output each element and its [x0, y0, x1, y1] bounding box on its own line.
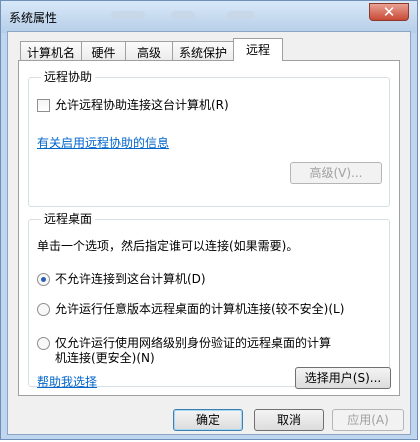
remote-assistance-group-title: 远程协助 — [41, 68, 96, 85]
remote-assistance-info-link[interactable]: 有关启用远程协助的信息 — [37, 134, 169, 151]
help-me-choose-link[interactable]: 帮助我选择 — [37, 373, 97, 390]
no-connections-radio[interactable] — [37, 273, 50, 286]
remote-desktop-instruction: 单击一个选项，然后指定谁可以连接(如果需要)。 — [37, 239, 299, 253]
blurred-background-text — [171, 11, 195, 19]
remote-tab-panel: 远程协助 允许远程协助连接这台计算机(R) 有关启用远程协助的信息 高级(V).… — [18, 60, 400, 396]
tab-remote[interactable]: 远程 — [233, 38, 283, 61]
tab-hardware[interactable]: 硬件 — [81, 41, 126, 60]
cancel-button[interactable]: 取消 — [254, 409, 324, 431]
no-connections-label: 不允许连接到这台计算机(D) — [55, 272, 206, 286]
apply-button[interactable]: 应用(A) — [332, 409, 404, 431]
tab-system-protection[interactable]: 系统保护 — [172, 41, 234, 60]
close-icon: ✕ — [382, 3, 396, 21]
close-button[interactable]: ✕ — [369, 3, 409, 21]
allow-remote-assistance-checkbox[interactable] — [37, 99, 50, 112]
allow-nla-only-radio[interactable] — [37, 337, 50, 350]
blurred-background-text — [227, 11, 255, 19]
tab-computer-name[interactable]: 计算机名 — [20, 41, 82, 60]
blurred-background-text — [111, 11, 145, 19]
window-title: 系统属性 — [9, 11, 58, 25]
allow-any-version-label: 允许运行任意版本远程桌面的计算机连接(较不安全)(L) — [55, 302, 345, 316]
remote-assistance-advanced-button[interactable]: 高级(V)... — [290, 162, 382, 184]
allow-remote-assistance-label: 允许远程协助连接这台计算机(R) — [55, 98, 229, 112]
remote-desktop-group-title: 远程桌面 — [41, 210, 96, 227]
allow-any-version-radio[interactable] — [37, 303, 50, 316]
system-properties-window: 系统属性 ✕ 计算机名 硬件 高级 系统保护 远程 远程协助 允许远程协助连接这… — [0, 0, 418, 440]
remote-assistance-group: 远程协助 允许远程协助连接这台计算机(R) 有关启用远程协助的信息 高级(V).… — [28, 68, 390, 207]
select-users-button[interactable]: 选择用户(S)... — [295, 367, 391, 389]
ok-button[interactable]: 确定 — [173, 409, 243, 431]
dialog-client-area: 计算机名 硬件 高级 系统保护 远程 远程协助 允许远程协助连接这台计算机(R)… — [7, 31, 411, 435]
allow-nla-only-label-line2: 机连接(更安全)(N) — [55, 351, 155, 365]
remote-desktop-group: 远程桌面 单击一个选项，然后指定谁可以连接(如果需要)。 不允许连接到这台计算机… — [28, 210, 391, 390]
tab-advanced[interactable]: 高级 — [125, 41, 173, 60]
title-bar: 系统属性 ✕ — [1, 1, 417, 33]
allow-nla-only-label-line1: 仅允许运行使用网络级别身份验证的远程桌面的计算 — [55, 336, 332, 350]
